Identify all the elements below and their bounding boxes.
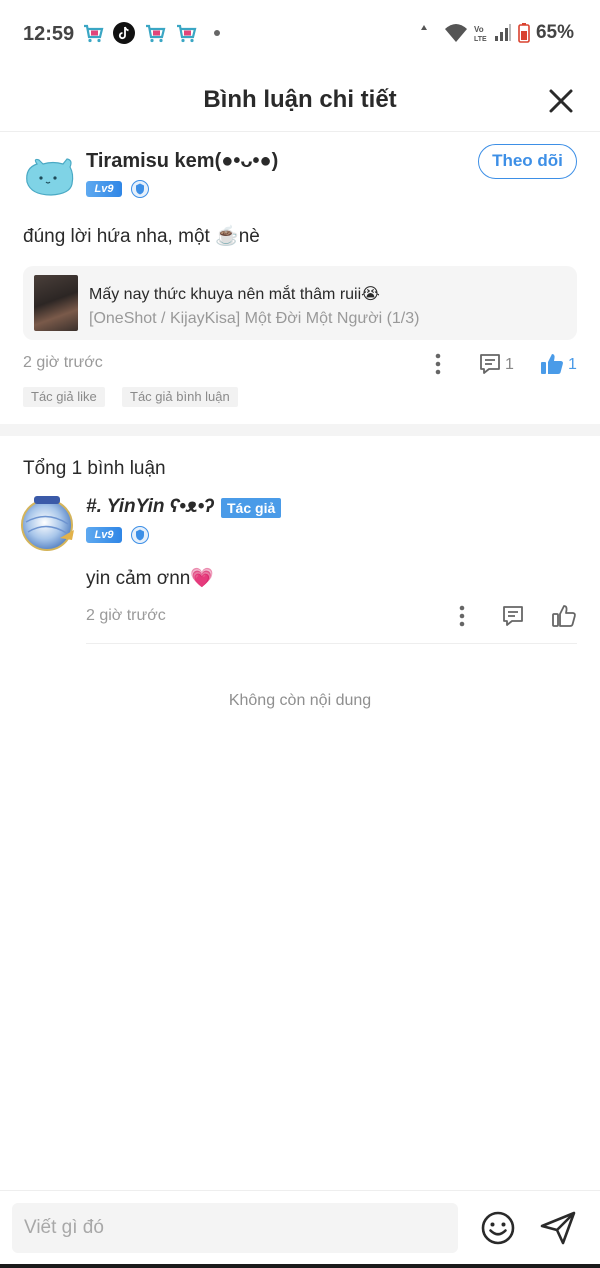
- like-outline-icon[interactable]: [551, 603, 577, 629]
- main-comment: Tiramisu kem(●•ᴗ•●) Lv9 Theo dõi đúng lờ…: [0, 132, 600, 424]
- end-of-list-label: Không còn nội dung: [228, 692, 372, 709]
- like-filled-icon[interactable]: [539, 351, 565, 377]
- emoji-icon[interactable]: [480, 1210, 516, 1246]
- page-title: Bình luận chi tiết: [203, 86, 397, 113]
- data-arrow-icon: [420, 25, 427, 30]
- shopping-cart-icon: [177, 24, 197, 43]
- svg-text:Vo: Vo: [474, 25, 484, 34]
- battery-percent: 65%: [535, 22, 574, 43]
- reply-icon[interactable]: [478, 352, 502, 376]
- level-badge: Lv9: [86, 527, 122, 543]
- shopping-cart-icon: [84, 24, 104, 43]
- reference-thumbnail: [34, 275, 78, 331]
- svg-text:LTE: LTE: [474, 36, 487, 43]
- comment-time: 2 giờ trước: [23, 354, 103, 371]
- tag-author-commented: Tác giả bình luận: [122, 387, 238, 407]
- comment-text: đúng lời hứa nha, một ☕️nè: [23, 226, 260, 247]
- battery-icon: [518, 23, 530, 43]
- section-divider: [0, 424, 600, 436]
- status-app-icons: [82, 22, 220, 44]
- reference-title: Mấy nay thức khuya nên mắt thâm ruii😭: [89, 286, 380, 303]
- level-badge: Lv9: [86, 181, 122, 197]
- navigation-edge: [0, 1264, 600, 1268]
- username[interactable]: Tiramisu kem(●•ᴗ•●): [86, 150, 278, 173]
- signal-icon: [494, 24, 511, 41]
- reference-subtitle: [OneShot / KijayKisa] Một Đời Một Người …: [89, 310, 420, 327]
- shield-badge-icon: [131, 180, 149, 198]
- reply-divider: [86, 643, 577, 644]
- notification-dot: [214, 30, 220, 36]
- reply-time: 2 giờ trước: [86, 607, 166, 624]
- status-time: 12:59: [23, 23, 75, 45]
- send-icon[interactable]: [539, 1210, 577, 1246]
- tag-author-liked: Tác giả like: [23, 387, 105, 407]
- reply-username[interactable]: #. YinYin ʕ•ᴥ•ʔ: [86, 496, 214, 518]
- header: Bình luận chi tiết: [0, 68, 600, 132]
- comment-input-bar: [0, 1190, 600, 1268]
- close-icon[interactable]: [548, 88, 574, 114]
- status-bar: 12:59 Vo LTE 65%: [0, 0, 600, 68]
- more-options-icon[interactable]: [434, 352, 442, 376]
- follow-button[interactable]: Theo dõi: [478, 144, 577, 179]
- more-options-icon[interactable]: [458, 604, 466, 628]
- volte-icon: Vo LTE: [474, 25, 487, 43]
- reply-count: 1: [505, 356, 514, 373]
- comment-input[interactable]: [12, 1203, 458, 1253]
- author-tag: Tác giả: [221, 498, 282, 518]
- like-count: 1: [568, 356, 577, 373]
- total-comments-label: Tổng 1 bình luận: [23, 458, 166, 479]
- reference-card[interactable]: Mấy nay thức khuya nên mắt thâm ruii😭 [O…: [23, 266, 577, 340]
- avatar[interactable]: [18, 494, 78, 554]
- reply-icon[interactable]: [501, 604, 525, 628]
- status-indicators: Vo LTE 65%: [420, 22, 574, 44]
- tiktok-icon: [113, 22, 135, 44]
- wifi-icon: [444, 24, 467, 42]
- shopping-cart-icon: [146, 24, 166, 43]
- shield-badge-icon: [131, 526, 149, 544]
- reply-text: yin cảm ơnn💗: [86, 568, 214, 589]
- avatar[interactable]: [23, 152, 75, 204]
